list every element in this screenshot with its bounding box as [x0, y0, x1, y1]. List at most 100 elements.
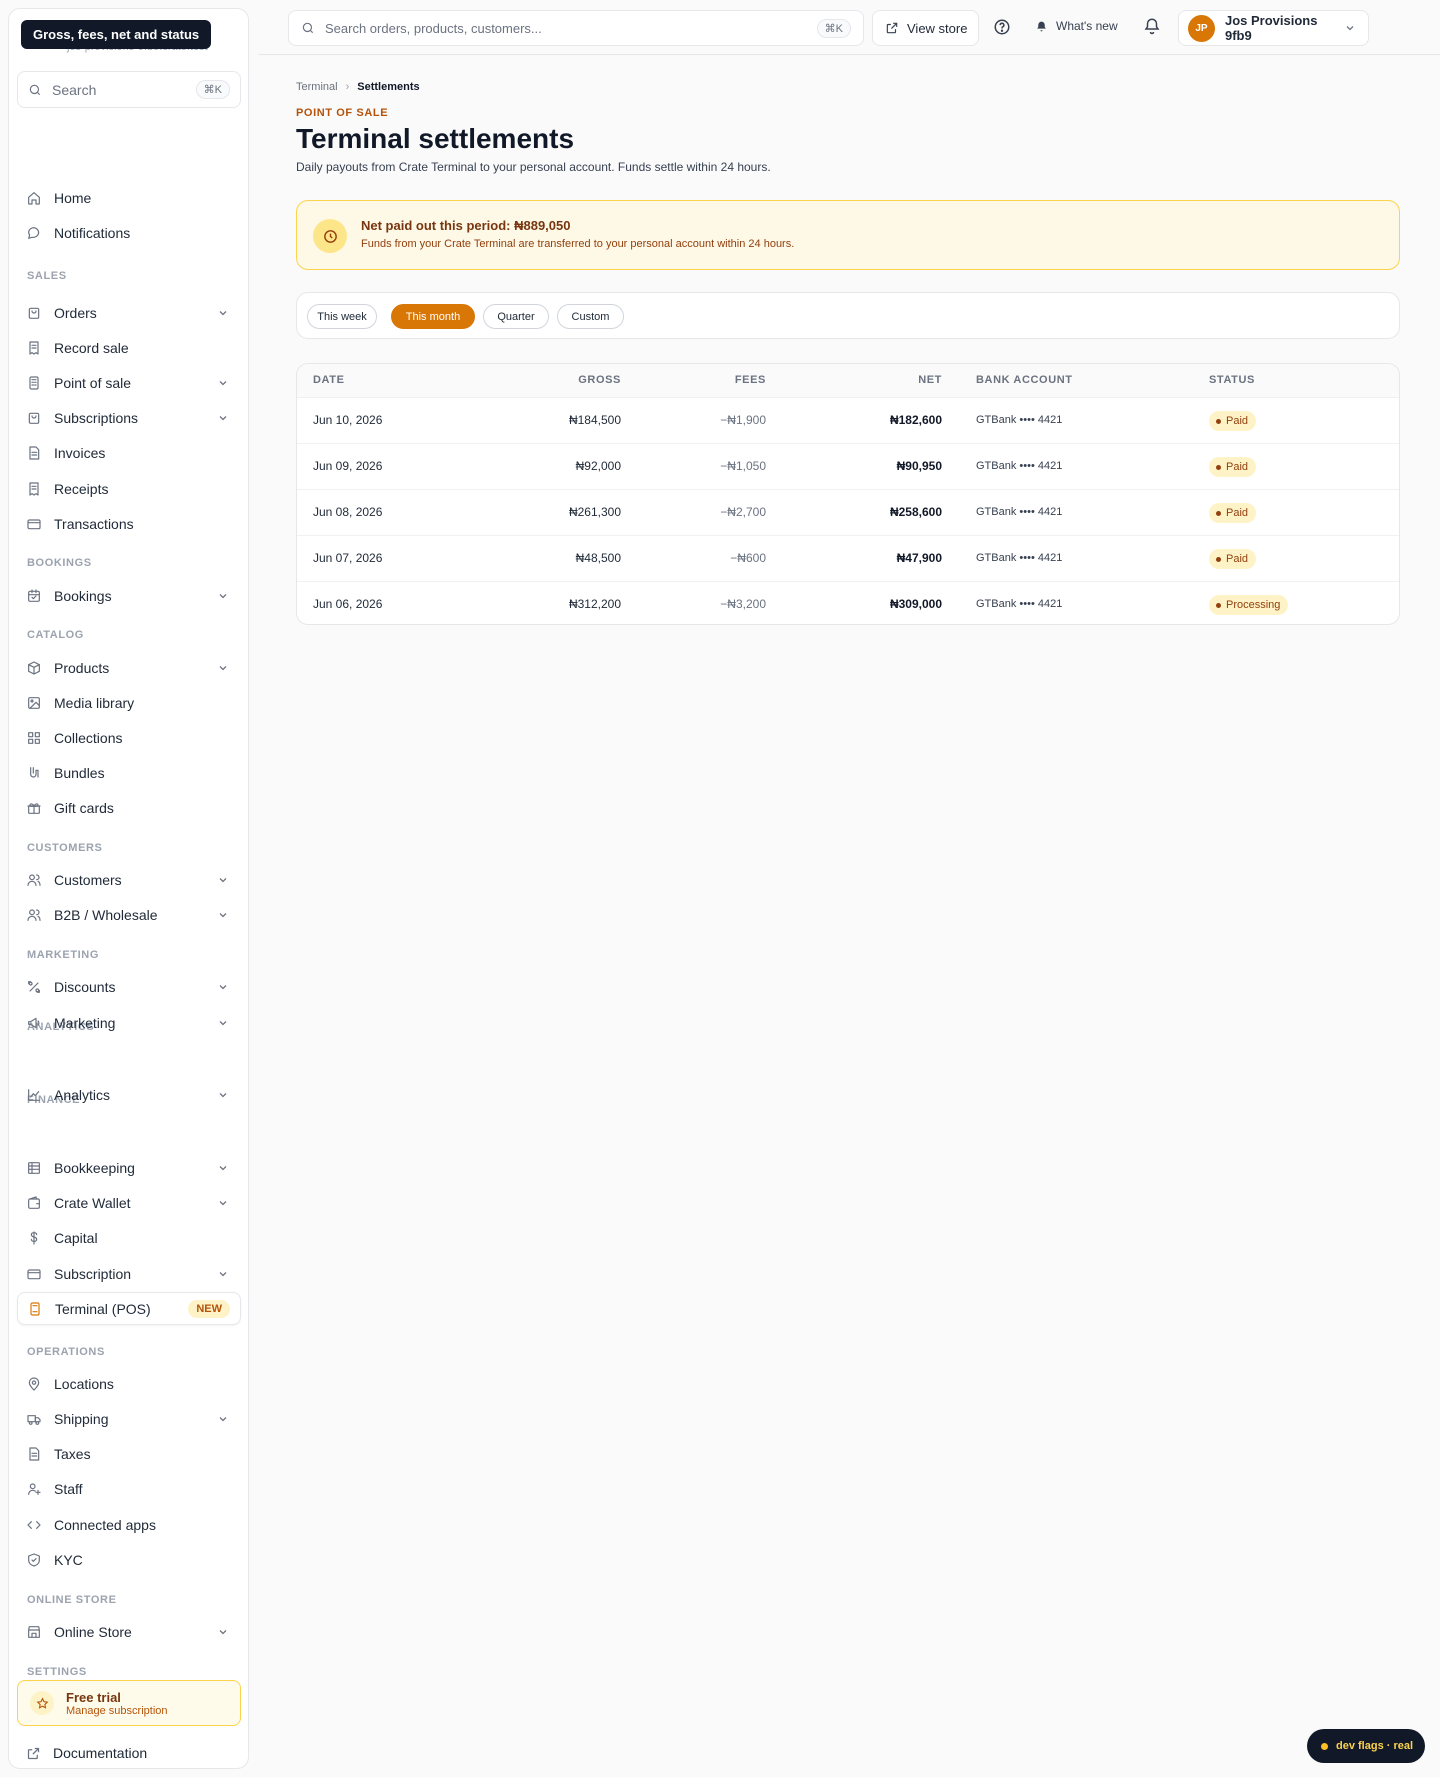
sidebar-item-point-of-sale[interactable]: Point of sale [17, 366, 241, 399]
table-row[interactable]: Jun 07, 2026 ₦48,500 −₦600 ₦47,900 GTBank ••… [297, 535, 1399, 581]
notifications-bell-icon[interactable] [1143, 17, 1163, 37]
sidebar-item-label: Discounts [54, 978, 116, 995]
sidebar-item-label: Crate Wallet [54, 1194, 131, 1211]
chevron-down-icon[interactable] [217, 590, 229, 602]
sidebar-item-b2b-wholesale[interactable]: B2B / Wholesale [17, 898, 241, 931]
filter-custom[interactable]: Custom [557, 304, 624, 329]
account-menu[interactable]: JP Jos Provisions 9fb9 [1178, 10, 1369, 46]
percent-icon [26, 979, 42, 995]
chevron-down-icon[interactable] [217, 1626, 229, 1638]
filter-quarter[interactable]: Quarter [483, 304, 549, 329]
sidebar-item-transactions[interactable]: Transactions [17, 507, 241, 540]
chevron-down-icon[interactable] [217, 1268, 229, 1280]
sidebar-item-label: Receipts [54, 480, 109, 497]
chevron-down-icon[interactable] [217, 909, 229, 921]
status-dot [1216, 602, 1221, 608]
filter-this-week[interactable]: This week [307, 304, 377, 329]
sidebar-item-terminal-pos[interactable]: Terminal (POS) NEW [17, 1292, 241, 1325]
sidebar-item-customers[interactable]: Customers [17, 863, 241, 896]
status-dot [1216, 556, 1221, 562]
global-search-input[interactable]: Search orders, products, customers... ⌘K [288, 10, 864, 46]
column-fees[interactable]: FEES [735, 374, 766, 386]
manage-subscription-link[interactable]: Manage subscription [66, 1705, 168, 1717]
sidebar-item-products[interactable]: Products [17, 651, 241, 684]
chevron-down-icon[interactable] [217, 981, 229, 993]
sidebar-item-label: Home [54, 189, 92, 206]
sidebar-item-crate-wallet[interactable]: Crate Wallet [17, 1186, 241, 1219]
sidebar-item-record-sale[interactable]: Record sale [17, 331, 241, 364]
documentation-link[interactable]: Documentation [17, 1739, 241, 1767]
sidebar-item-locations[interactable]: Locations [17, 1367, 241, 1400]
chevron-down-icon[interactable] [217, 377, 229, 389]
store-header[interactable]: jos-provisions-9fb9.crate.test Gross, fe… [9, 9, 248, 64]
sidebar-item-label: Products [54, 659, 110, 676]
sidebar-item-label: Taxes [54, 1445, 91, 1462]
free-trial-card[interactable]: Free trial Manage subscription [17, 1680, 241, 1726]
account-name: Jos Provisions 9fb9 [1225, 13, 1318, 43]
column-net[interactable]: NET [918, 374, 942, 386]
whats-new-button[interactable]: What's new [1035, 19, 1118, 33]
receipt-icon [26, 340, 42, 356]
sidebar-item-invoices[interactable]: Invoices [17, 436, 241, 469]
chevron-down-icon[interactable] [217, 662, 229, 674]
table-row[interactable]: Jun 08, 2026 ₦261,300 −₦2,700 ₦258,600 GTBan… [297, 489, 1399, 535]
filter-this-month[interactable]: This month [391, 304, 475, 329]
chevron-down-icon[interactable] [217, 1089, 229, 1101]
sidebar-item-online-store[interactable]: Online Store [17, 1615, 241, 1648]
cell-date: Jun 10, 2026 [313, 413, 383, 427]
sidebar-item-discounts[interactable]: Discounts [17, 970, 241, 1003]
chevron-down-icon[interactable] [217, 412, 229, 424]
sidebar-item-taxes[interactable]: Taxes [17, 1437, 241, 1470]
chevron-down-icon[interactable] [217, 1413, 229, 1425]
sidebar-item-home[interactable]: Home [17, 181, 241, 214]
page-title: Terminal settlements [296, 123, 575, 154]
chevron-down-icon[interactable] [217, 1197, 229, 1209]
breadcrumb-terminal[interactable]: Terminal [296, 81, 338, 93]
users-icon [26, 872, 42, 888]
sidebar-item-subscription[interactable]: Subscription [17, 1257, 241, 1290]
sidebar-item-connected-apps[interactable]: Connected apps [17, 1508, 241, 1541]
clock-icon [313, 219, 347, 253]
sidebar-item-kyc[interactable]: KYC [17, 1543, 241, 1576]
sidebar-item-notifications[interactable]: Notifications [17, 216, 241, 249]
sidebar-item-label: Notifications [54, 224, 131, 241]
sidebar-item-shipping[interactable]: Shipping [17, 1402, 241, 1435]
sidebar-item-collections[interactable]: Collections [17, 721, 241, 754]
table-row[interactable]: Jun 06, 2026 ₦312,200 −₦3,200 ₦309,000 GTBan… [297, 581, 1399, 624]
table-row[interactable]: Jun 09, 2026 ₦92,000 −₦1,050 ₦90,950 GTBank … [297, 443, 1399, 489]
sidebar-item-bundles[interactable]: Bundles [17, 756, 241, 789]
box-icon [26, 660, 42, 676]
help-icon[interactable] [993, 18, 1013, 38]
cell-gross: ₦312,200 [568, 597, 621, 611]
sidebar-item-marketing[interactable]: Marketing [17, 1006, 241, 1039]
column-bank-account[interactable]: BANK ACCOUNT [976, 374, 1073, 386]
column-date[interactable]: DATE [313, 374, 345, 386]
sidebar-item-bookkeeping[interactable]: Bookkeeping [17, 1151, 241, 1184]
sidebar-search[interactable]: Search ⌘K [17, 71, 241, 108]
sidebar-item-capital[interactable]: Capital [17, 1221, 241, 1254]
tooltip: Gross, fees, net and status [21, 20, 212, 49]
chevron-down-icon[interactable] [217, 1017, 229, 1029]
sidebar-item-analytics[interactable]: Analytics [17, 1078, 241, 1111]
chevron-down-icon[interactable] [217, 1162, 229, 1174]
settlements-table: DATE GROSS FEES NET BANK ACCOUNT STATUS … [296, 363, 1400, 625]
chevron-down-icon[interactable] [217, 874, 229, 886]
chevron-down-icon[interactable] [217, 307, 229, 319]
section-online-store: ONLINE STORE [27, 1594, 117, 1606]
cell-fees: −₦600 [730, 551, 766, 565]
sidebar-item-receipts[interactable]: Receipts [17, 472, 241, 505]
sidebar-item-subscriptions[interactable]: Subscriptions [17, 401, 241, 434]
sidebar-item-gift-cards[interactable]: Gift cards [17, 791, 241, 824]
dev-flags-pill[interactable]: dev flags · real [1307, 1729, 1425, 1763]
table-row[interactable]: Jun 10, 2026 ₦184,500 −₦1,900 ₦182,600 GTBan… [297, 397, 1399, 443]
sidebar-item-media-library[interactable]: Media library [17, 686, 241, 719]
status-label: Paid [1226, 553, 1249, 565]
sidebar-item-staff[interactable]: Staff [17, 1472, 241, 1505]
sidebar-item-orders[interactable]: Orders [17, 296, 241, 329]
column-status[interactable]: STATUS [1209, 374, 1255, 386]
grid-icon [26, 730, 42, 746]
sidebar-item-label: Record sale [54, 339, 129, 356]
sidebar-item-bookings[interactable]: Bookings [17, 579, 241, 612]
view-store-button[interactable]: View store [872, 10, 979, 46]
column-gross[interactable]: GROSS [578, 374, 621, 386]
